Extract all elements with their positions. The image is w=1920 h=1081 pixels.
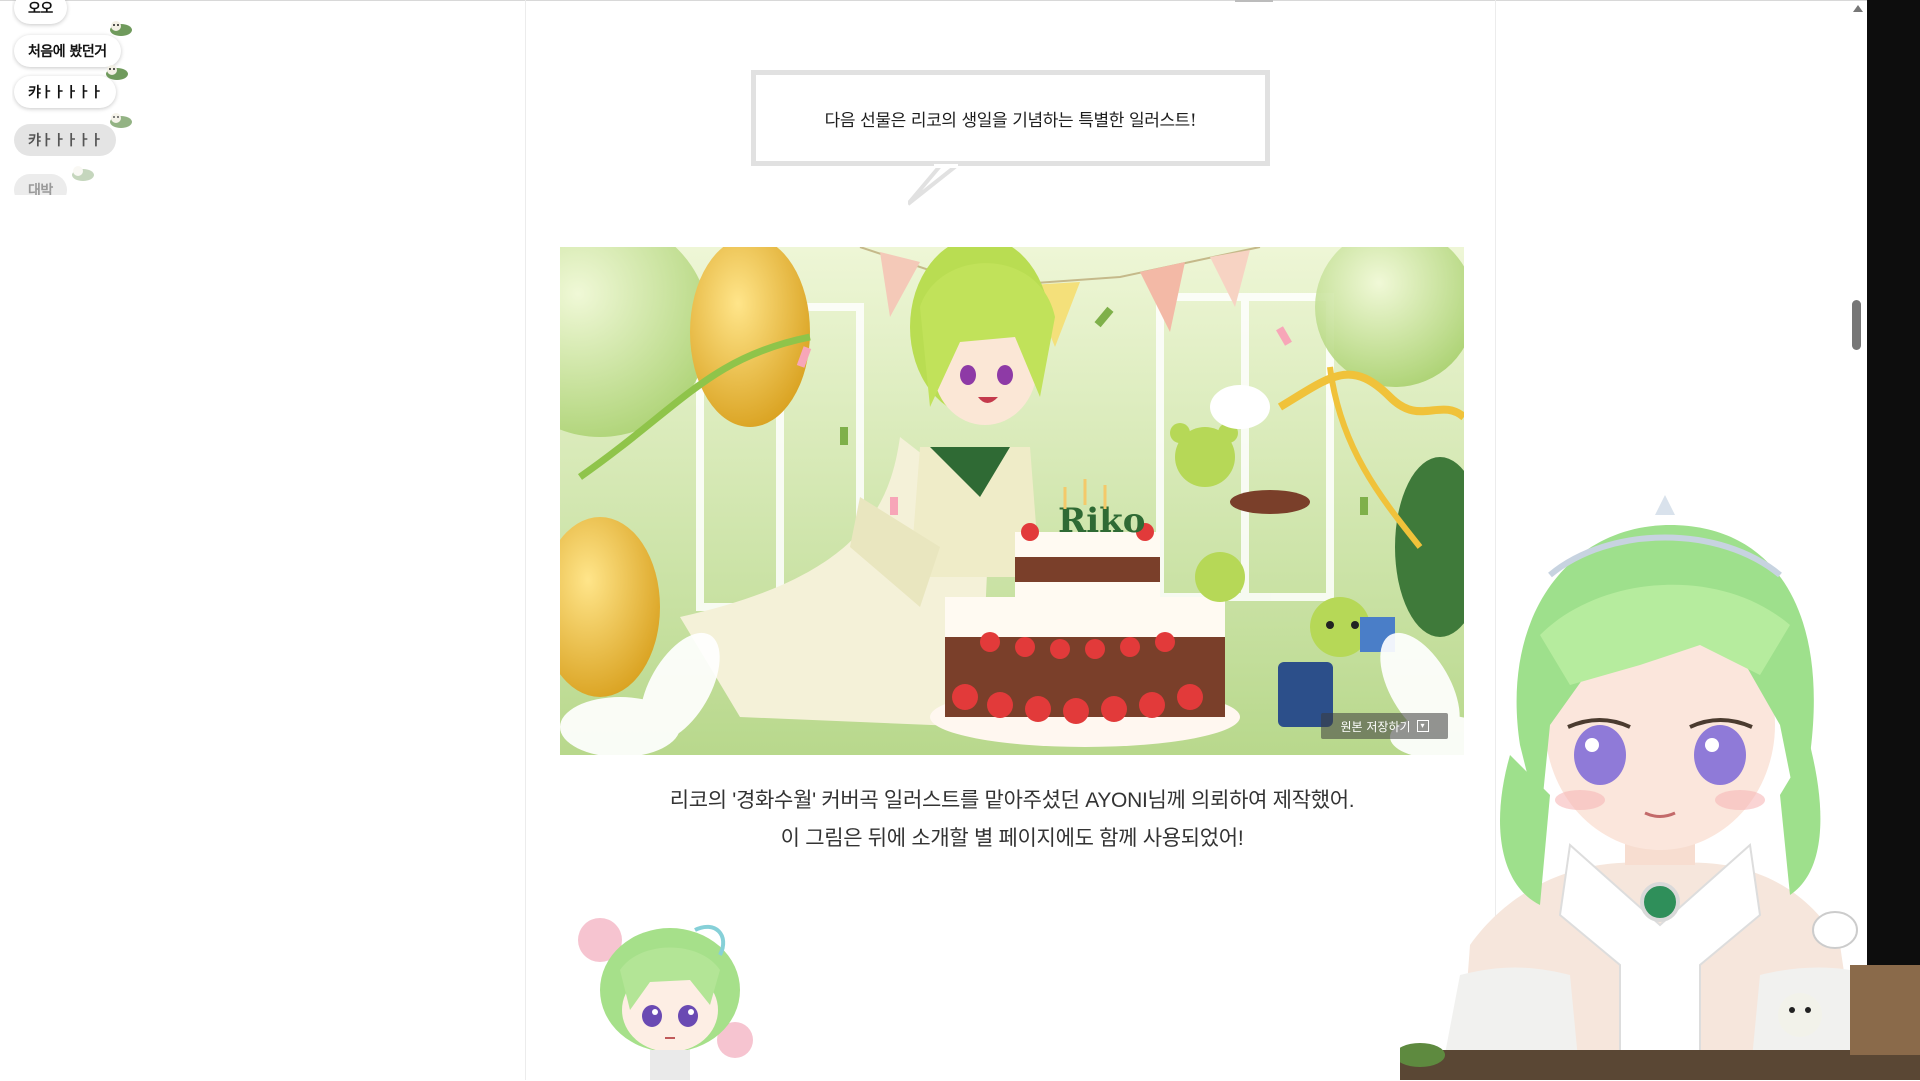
- cake-sign-text: Riko: [1058, 501, 1145, 541]
- speech-text: 다음 선물은 리코의 생일을 기념하는 특별한 일러스트!: [824, 110, 1197, 131]
- top-divider: [1235, 0, 1273, 2]
- caption-line-1: 리코의 '경화수월' 커버곡 일러스트를 맡아주셨던 AYONI님께 의뢰하여 …: [669, 789, 1355, 812]
- content-left-border: [525, 0, 526, 1080]
- speech-box: 다음 선물은 리코의 생일을 기념하는 특별한 일러스트!: [751, 70, 1270, 166]
- streamer-avatar: [1400, 495, 1920, 1080]
- speech-tail: [908, 164, 958, 206]
- illustration-image: Riko: [560, 247, 1464, 755]
- chat-message: 캬ㅏㅏㅏㅏㅏ: [14, 124, 117, 156]
- mini-bear-icon: [72, 166, 94, 181]
- mini-bear-icon: [106, 65, 128, 80]
- chat-message: 처음에 봤던거: [14, 35, 121, 67]
- chat-message: 오오: [14, 0, 67, 24]
- mini-bear-icon: [110, 21, 132, 36]
- chat-overlay: 오오 처음에 봤던거 캬ㅏㅏㅏㅏㅏ 캬ㅏㅏㅏㅏㅏ 대박: [12, 0, 162, 195]
- chibi-character-image: [578, 918, 753, 1080]
- scroll-up-icon[interactable]: [1853, 5, 1863, 12]
- mini-bear-icon: [110, 113, 132, 128]
- caption-line-2: 이 그림은 뒤에 소개할 별 페이지에도 함께 사용되었어!: [780, 827, 1244, 850]
- birthday-illustration[interactable]: Riko: [560, 247, 1464, 755]
- scrollbar-thumb[interactable]: [1852, 300, 1861, 350]
- chat-message: 대박: [14, 174, 67, 195]
- chat-message: 캬ㅏㅏㅏㅏㅏ: [14, 76, 117, 108]
